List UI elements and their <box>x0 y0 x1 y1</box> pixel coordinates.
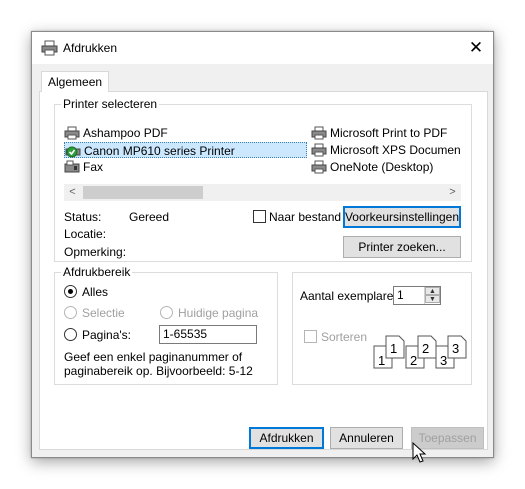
print-button[interactable]: Afdrukken <box>249 427 324 449</box>
all-pages-radio[interactable] <box>64 285 77 298</box>
current-page-radio <box>160 306 173 319</box>
spin-down-icon[interactable]: ▼ <box>425 295 440 303</box>
pages-label[interactable]: Pagina's: <box>82 328 131 342</box>
comment-label: Opmerking: <box>64 245 127 259</box>
printer-item[interactable]: Fax <box>64 159 304 175</box>
location-label: Locatie: <box>64 227 107 241</box>
printer-name: OneNote (Desktop) <box>330 160 434 174</box>
pages-input[interactable]: 1-65535 <box>159 325 257 344</box>
selection-label: Selectie <box>82 306 125 320</box>
copies-spinner[interactable]: ▲ ▼ <box>424 287 440 304</box>
printer-item[interactable]: Microsoft Print to PDF <box>311 125 461 141</box>
print-dialog: Afdrukken ✕ Algemeen Printer selecteren … <box>31 31 494 458</box>
print-to-file-label[interactable]: Naar bestand <box>269 210 341 224</box>
scroll-right-icon[interactable]: > <box>444 184 461 201</box>
cancel-button[interactable]: Annuleren <box>330 427 403 449</box>
collate-checkbox <box>304 330 317 343</box>
printer-item[interactable]: OneNote (Desktop) <box>311 159 461 175</box>
printer-select-group: Printer selecteren Ashampoo PDF Canon MP… <box>54 97 472 262</box>
collate-page-number: 2 <box>422 341 430 356</box>
page-range-legend: Afdrukbereik <box>61 265 133 279</box>
printer-icon <box>311 126 327 140</box>
title-bar: Afdrukken ✕ <box>32 32 493 64</box>
printer-name: Fax <box>83 160 104 174</box>
page-range-group: Afdrukbereik Alles Selectie Huidige pagi… <box>54 265 278 385</box>
printer-item[interactable]: Ashampoo PDF <box>64 125 304 141</box>
printer-item-selected[interactable]: Canon MP610 series Printer <box>64 142 307 158</box>
collate-page-icon: 1 <box>385 335 405 359</box>
status-label: Status: <box>64 210 102 224</box>
printer-name: Microsoft XPS Documen <box>330 143 461 157</box>
tab-panel-algemeen: Printer selecteren Ashampoo PDF Canon MP… <box>39 91 488 450</box>
horizontal-scrollbar[interactable]: < > <box>64 184 461 201</box>
printer-icon <box>311 160 327 174</box>
scroll-left-icon[interactable]: < <box>64 184 81 201</box>
copies-count-label: Aantal exemplaren: <box>300 289 404 303</box>
printer-select-legend: Printer selecteren <box>61 97 160 111</box>
print-to-file-checkbox[interactable] <box>253 210 266 223</box>
pages-radio[interactable] <box>64 328 77 341</box>
collate-page-icon: 3 <box>447 335 467 359</box>
copies-input[interactable]: 1 ▲ ▼ <box>393 286 441 305</box>
all-pages-label[interactable]: Alles <box>82 285 108 299</box>
preferences-button[interactable]: Voorkeursinstellingen <box>343 206 461 228</box>
close-button[interactable]: ✕ <box>459 32 493 64</box>
window-title: Afdrukken <box>63 41 118 55</box>
printer-name: Canon MP610 series Printer <box>84 144 235 158</box>
printer-name: Microsoft Print to PDF <box>330 126 448 140</box>
copies-value: 1 <box>397 288 404 302</box>
collate-illustration: 1 1 2 2 3 3 <box>373 333 467 373</box>
collate-label: Sorteren <box>321 330 368 344</box>
printer-icon <box>41 40 58 56</box>
scrollbar-thumb[interactable] <box>83 186 203 199</box>
printer-icon <box>64 126 80 140</box>
status-value: Gereed <box>129 210 170 224</box>
dialog-client: Algemeen Printer selecteren Ashampoo PDF <box>32 64 493 457</box>
collate-page-icon: 2 <box>417 335 437 359</box>
collate-page-number: 3 <box>452 341 460 356</box>
printer-name: Ashampoo PDF <box>83 126 168 140</box>
selection-radio <box>64 306 77 319</box>
printer-item[interactable]: Microsoft XPS Documen <box>311 142 461 158</box>
fax-icon <box>64 160 80 173</box>
copies-group: Aantal exemplaren: 1 ▲ ▼ Sorteren 1 1 2 … <box>292 272 472 385</box>
printer-icon <box>311 143 327 157</box>
tab-algemeen[interactable]: Algemeen <box>41 71 110 92</box>
printer-default-icon <box>65 146 81 158</box>
page-range-hint: Geef een enkel paginanummer of paginaber… <box>64 350 253 378</box>
printer-list[interactable]: Ashampoo PDF Canon MP610 series Printer <box>64 123 461 183</box>
mouse-cursor-icon <box>412 442 427 463</box>
spin-up-icon[interactable]: ▲ <box>425 287 440 295</box>
current-page-label: Huidige pagina <box>178 306 259 320</box>
find-printer-button[interactable]: Printer zoeken... <box>343 236 461 258</box>
collate-page-number: 1 <box>390 341 398 356</box>
